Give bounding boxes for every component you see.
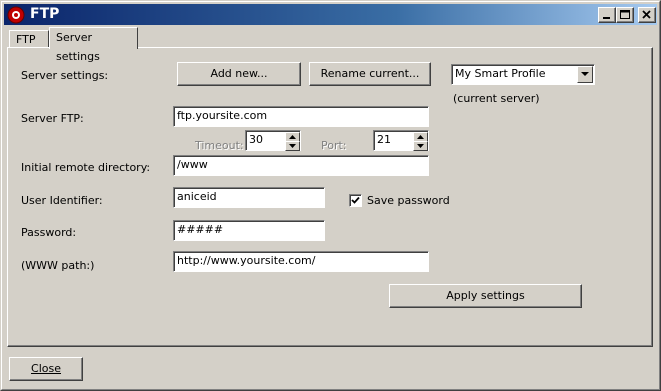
server-ftp-value: ftp.yoursite.com: [177, 109, 268, 122]
maximize-icon: [620, 10, 630, 19]
close-button[interactable]: Close: [9, 357, 83, 381]
checkmark-icon: [351, 196, 360, 204]
port-label: Port:: [321, 139, 347, 152]
www-path-label: (WWW path:): [21, 259, 95, 272]
server-profile-value: My Smart Profile: [455, 67, 546, 80]
www-path-value: http://www.yoursite.com/: [177, 254, 316, 267]
server-ftp-field[interactable]: ftp.yoursite.com: [173, 106, 429, 127]
remote-directory-field[interactable]: /www: [173, 155, 429, 176]
timeout-label: Timeout:: [195, 139, 244, 152]
minimize-icon: [603, 17, 610, 19]
port-decrement[interactable]: [413, 141, 428, 151]
user-identifier-label: User Identifier:: [21, 194, 103, 207]
password-field[interactable]: #####: [173, 220, 325, 241]
remote-directory-label: Initial remote directory:: [21, 161, 151, 174]
timeout-value: 30: [249, 133, 263, 146]
window-title: FTP: [30, 6, 60, 22]
arrow-up-icon: [289, 135, 296, 139]
close-window-button[interactable]: [638, 7, 656, 23]
server-profile-select[interactable]: My Smart Profile: [451, 64, 595, 85]
tab-ftp[interactable]: FTP: [9, 30, 49, 48]
close-icon: [642, 10, 651, 19]
user-identifier-value: aniceid: [177, 190, 217, 203]
rename-current-label: Rename current...: [320, 67, 420, 80]
arrow-up-icon: [417, 135, 424, 139]
current-server-note: (current server): [453, 92, 540, 105]
ftp-window: FTP FTP Server settings Server settings:…: [0, 0, 661, 391]
password-label: Password:: [21, 226, 77, 239]
chevron-down-icon: [581, 72, 589, 76]
save-password-checkbox[interactable]: [349, 194, 362, 207]
tab-server-settings[interactable]: Server settings: [49, 27, 138, 63]
rename-current-button[interactable]: Rename current...: [309, 62, 431, 86]
close-button-label: Close: [31, 362, 61, 375]
server-ftp-label: Server FTP:: [21, 112, 84, 125]
server-settings-label: Server settings:: [21, 69, 109, 82]
add-new-button[interactable]: Add new...: [177, 62, 301, 86]
apply-settings-label: Apply settings: [446, 289, 525, 302]
www-path-field[interactable]: http://www.yoursite.com/: [173, 251, 429, 272]
arrow-down-icon: [289, 144, 296, 148]
tab-ftp-label: FTP: [16, 33, 36, 46]
timeout-decrement[interactable]: [285, 141, 300, 151]
maximize-button[interactable]: [616, 7, 634, 23]
port-value: 21: [377, 133, 391, 146]
tab-server-settings-label: Server settings: [56, 31, 100, 63]
ftp-app-icon: [7, 6, 25, 24]
arrow-down-icon: [417, 144, 424, 148]
save-password-label[interactable]: Save password: [367, 194, 450, 207]
user-identifier-field[interactable]: aniceid: [173, 187, 325, 208]
profile-dropdown-button[interactable]: [577, 66, 593, 83]
minimize-button[interactable]: [598, 7, 616, 23]
title-bar[interactable]: FTP: [4, 4, 657, 25]
add-new-label: Add new...: [210, 67, 268, 80]
password-value: #####: [177, 223, 224, 236]
remote-directory-value: /www: [177, 158, 208, 171]
apply-settings-button[interactable]: Apply settings: [389, 284, 582, 308]
